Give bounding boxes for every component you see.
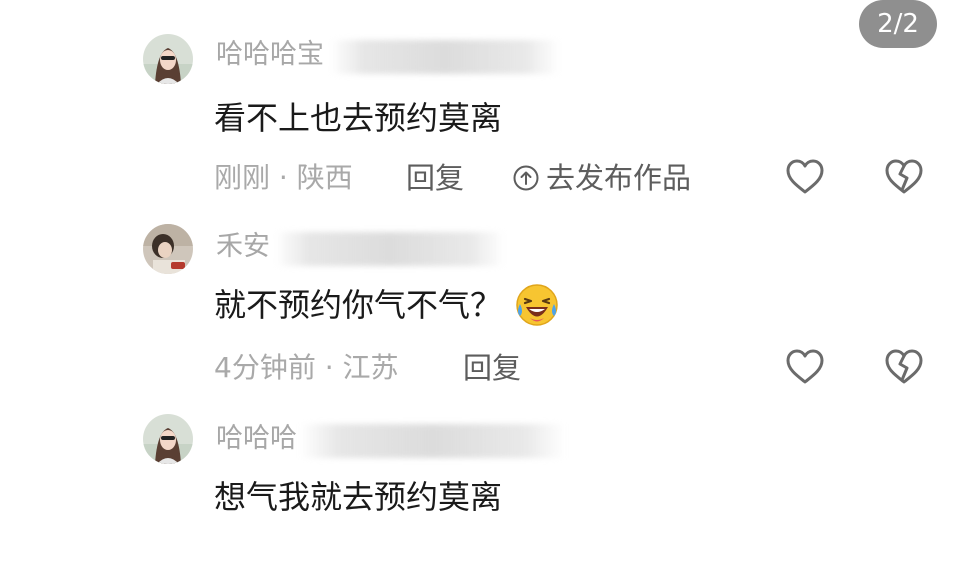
page-indicator: 2/2	[859, 0, 937, 48]
up-arrow-circle-icon	[513, 165, 539, 191]
avatar[interactable]	[143, 414, 193, 464]
broken-heart-icon[interactable]	[883, 346, 925, 388]
redacted-username-blur	[330, 40, 560, 74]
username[interactable]: 哈哈哈	[216, 422, 297, 456]
reply-button[interactable]: 回复	[463, 348, 521, 388]
comment-text: 想气我就去预约莫离	[214, 478, 503, 516]
reply-button[interactable]: 回复	[406, 158, 464, 198]
comment-text-content: 就不预约你气不气？	[214, 286, 503, 324]
broken-heart-icon[interactable]	[883, 156, 925, 198]
publish-work-label: 去发布作品	[546, 161, 692, 195]
comment-meta: 4分钟前 · 江苏	[214, 351, 399, 384]
username[interactable]: 禾安	[216, 230, 270, 264]
comment-meta: 刚刚 · 陕西	[214, 161, 353, 194]
avatar[interactable]	[143, 224, 193, 274]
avatar[interactable]	[143, 34, 193, 84]
redacted-username-blur	[300, 424, 565, 458]
laughing-tears-emoji	[516, 284, 558, 326]
comment-text: 看不上也去预约莫离	[214, 99, 503, 137]
comment-text: 就不预约你气不气？	[214, 283, 560, 327]
redacted-username-blur	[275, 232, 505, 266]
heart-outline-icon[interactable]	[784, 156, 826, 198]
publish-work-button[interactable]: 去发布作品	[512, 158, 691, 198]
username[interactable]: 哈哈哈宝	[216, 38, 324, 72]
heart-outline-icon[interactable]	[784, 346, 826, 388]
